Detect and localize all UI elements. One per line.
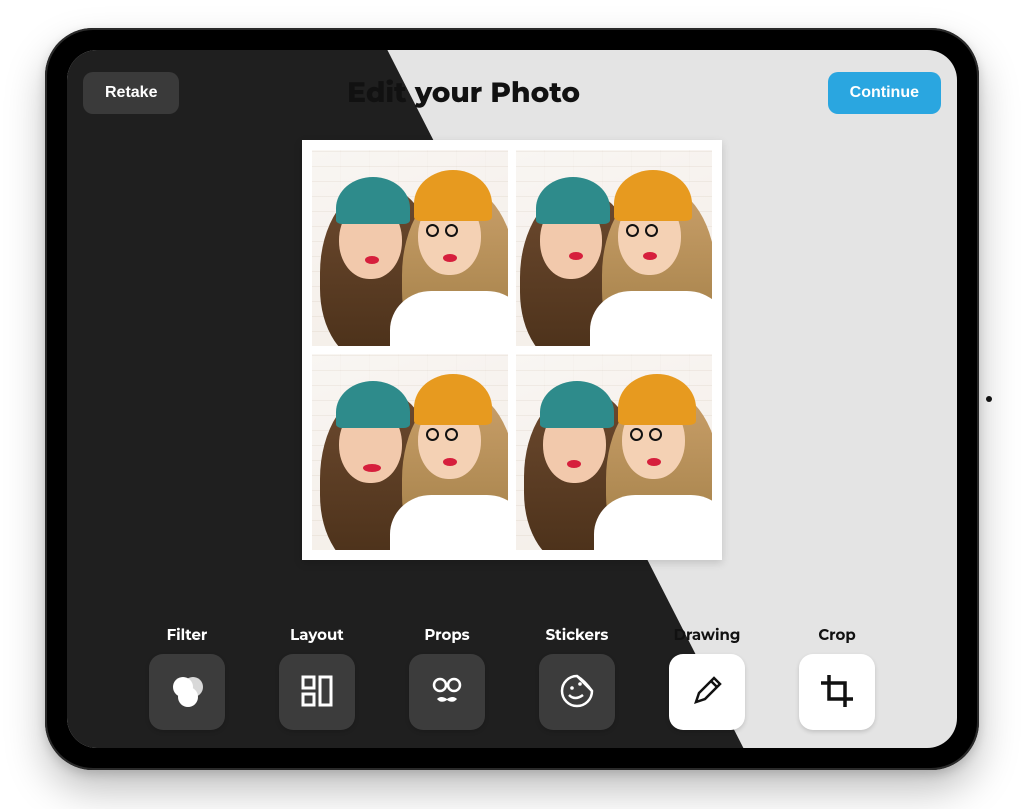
- tool-filter-button[interactable]: [149, 654, 225, 730]
- page-title: Edit your Photo: [99, 76, 827, 110]
- tablet-device-frame: Retake Edit your Photo Continue: [45, 28, 979, 770]
- tool-crop-button[interactable]: [799, 654, 875, 730]
- tool-filter: Filter: [143, 625, 231, 730]
- tool-crop-label: Crop: [818, 625, 855, 644]
- tool-drawing-button[interactable]: [669, 654, 745, 730]
- photo-tile-1[interactable]: [312, 150, 508, 346]
- tool-props-button[interactable]: [409, 654, 485, 730]
- edit-toolbar: Filter Layout: [67, 625, 957, 730]
- layout-icon: [297, 671, 337, 714]
- camera-dot: [986, 396, 992, 402]
- tool-drawing-label: Drawing: [674, 625, 741, 644]
- photo-tile-4[interactable]: [516, 354, 712, 550]
- filter-icon: [167, 671, 207, 714]
- tool-stickers: Stickers: [533, 625, 621, 730]
- tool-layout-label: Layout: [290, 625, 344, 644]
- tool-drawing: Drawing: [663, 625, 751, 730]
- tool-props-label: Props: [424, 625, 469, 644]
- tool-stickers-button[interactable]: [539, 654, 615, 730]
- tool-layout: Layout: [273, 625, 361, 730]
- pencil-icon: [687, 671, 727, 714]
- tool-filter-label: Filter: [167, 625, 208, 644]
- tool-stickers-label: Stickers: [546, 625, 609, 644]
- app-screen: Retake Edit your Photo Continue: [67, 50, 957, 748]
- crop-icon: [817, 671, 857, 714]
- sticker-icon: [557, 671, 597, 714]
- glasses-mustache-icon: [427, 671, 467, 714]
- tool-layout-button[interactable]: [279, 654, 355, 730]
- continue-button[interactable]: Continue: [828, 72, 941, 114]
- tool-crop: Crop: [793, 625, 881, 730]
- photo-tile-3[interactable]: [312, 354, 508, 550]
- photo-tile-2[interactable]: [516, 150, 712, 346]
- photo-collage[interactable]: [302, 140, 722, 560]
- header-bar: Retake Edit your Photo Continue: [83, 64, 941, 122]
- tool-props: Props: [403, 625, 491, 730]
